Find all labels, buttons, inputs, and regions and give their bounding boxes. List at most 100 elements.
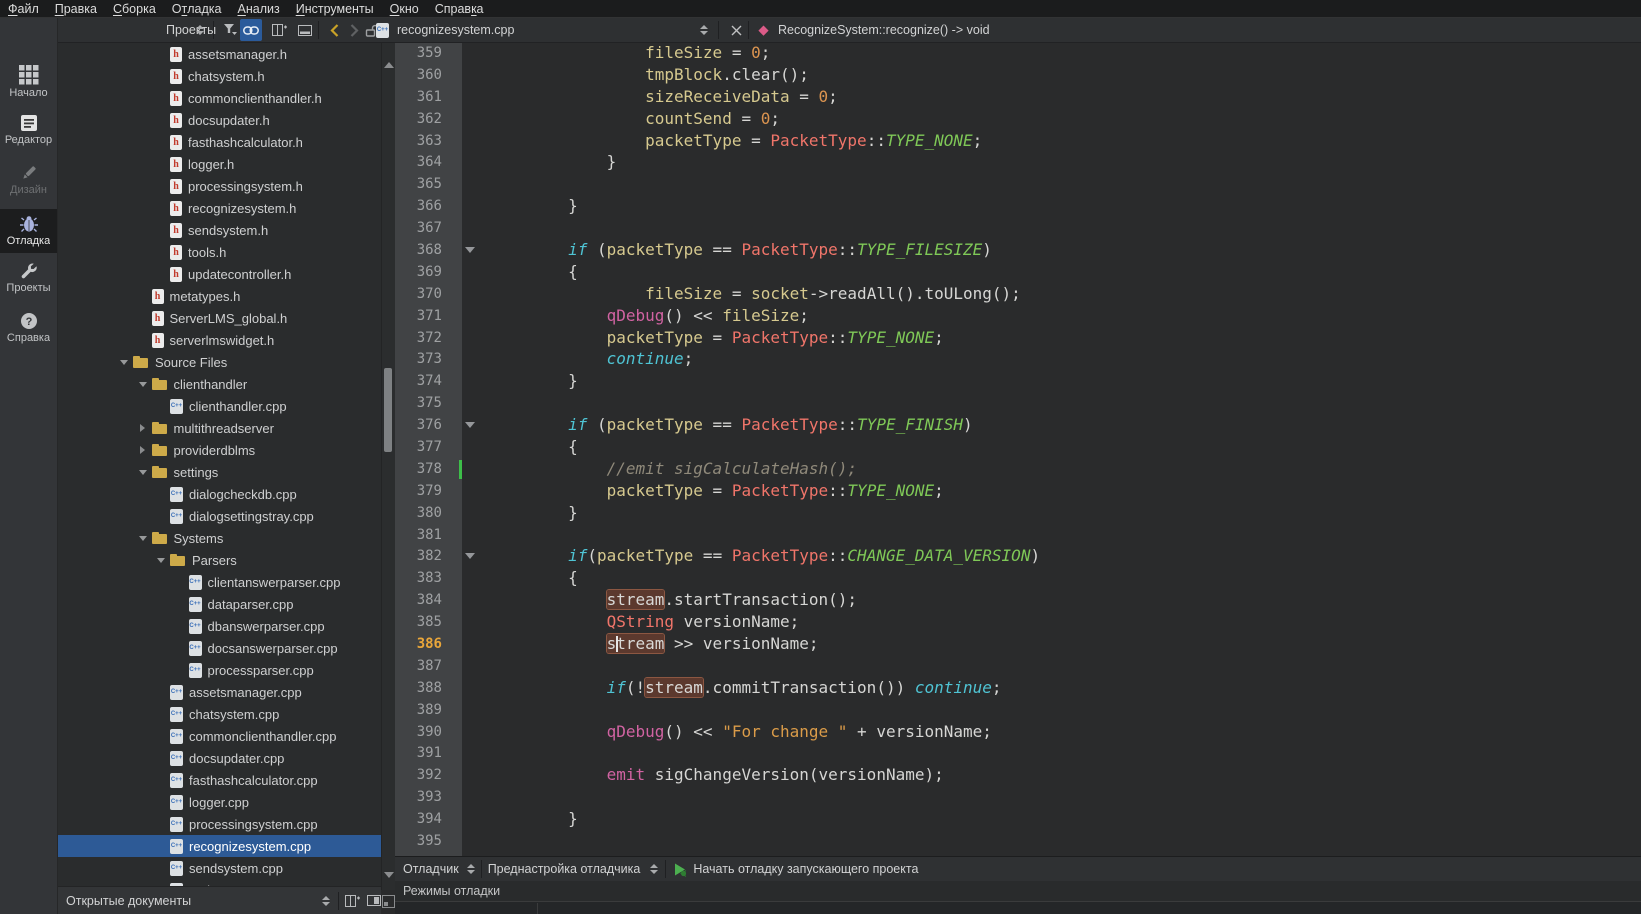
- code-line[interactable]: fileSize = 0;: [462, 42, 1641, 64]
- menu-item-analyze[interactable]: Анализ: [230, 0, 288, 17]
- chevron-down-icon[interactable]: [152, 558, 170, 563]
- split-button[interactable]: [268, 18, 290, 42]
- code-line[interactable]: if (packetType == PacketType::TYPE_FILES…: [462, 239, 1641, 261]
- code-line[interactable]: emit sigChangeVersion(versionName);: [462, 764, 1641, 786]
- code-line[interactable]: stream.startTransaction();: [462, 589, 1641, 611]
- tree-item[interactable]: hlogger.h: [57, 153, 381, 175]
- code-line[interactable]: stream >> versionName;: [462, 633, 1641, 655]
- scroll-up-icon[interactable]: [384, 45, 394, 63]
- tree-item[interactable]: multithreadserver: [57, 417, 381, 439]
- nav-panel-selector[interactable]: Проекты: [166, 18, 216, 42]
- nav-panel-selector-arrows[interactable]: [196, 18, 204, 42]
- start-debug-label[interactable]: Начать отладку запускающего проекта: [693, 862, 918, 876]
- tree-item[interactable]: C++recognizesystem.cpp: [57, 835, 381, 857]
- code-line[interactable]: continue;: [462, 348, 1641, 370]
- code-line[interactable]: QString versionName;: [462, 611, 1641, 633]
- tree-item[interactable]: hrecognizesystem.h: [57, 197, 381, 219]
- close-document-button[interactable]: [725, 18, 747, 42]
- menu-item-help[interactable]: Справка: [427, 0, 492, 17]
- code-line[interactable]: countSend = 0;: [462, 108, 1641, 130]
- symbol-selector[interactable]: RecognizeSystem::recognize() -> void: [757, 18, 990, 42]
- tree-item[interactable]: C++sendsystem.cpp: [57, 857, 381, 879]
- tree-item[interactable]: hdocsupdater.h: [57, 109, 381, 131]
- code-line[interactable]: //emit sigCalculateHash();: [462, 458, 1641, 480]
- open-docs-split-button[interactable]: [345, 895, 360, 907]
- tree-item[interactable]: C++dataparser.cpp: [57, 593, 381, 615]
- code-editor[interactable]: 3593603613623633643653663673683693703713…: [395, 42, 1641, 856]
- code-line[interactable]: tmpBlock.clear();: [462, 64, 1641, 86]
- open-document-arrows[interactable]: [700, 18, 708, 42]
- sidebar-mode-edit[interactable]: Редактор: [0, 107, 57, 153]
- tree-item[interactable]: hassetsmanager.h: [57, 43, 381, 65]
- tree-item[interactable]: C++docsanswerparser.cpp: [57, 637, 381, 659]
- code-line[interactable]: qDebug() << "For change " + versionName;: [462, 721, 1641, 743]
- tree-item[interactable]: hupdatecontroller.h: [57, 263, 381, 285]
- code-line[interactable]: if(packetType == PacketType::CHANGE_DATA…: [462, 545, 1641, 567]
- tree-item[interactable]: hfasthashcalculator.h: [57, 131, 381, 153]
- code-line[interactable]: }: [462, 370, 1641, 392]
- menu-item-edit[interactable]: Правка: [47, 0, 105, 17]
- code-line[interactable]: }: [462, 151, 1641, 173]
- tree-item[interactable]: C++clienthandler.cpp: [57, 395, 381, 417]
- chevron-down-icon[interactable]: [134, 382, 152, 387]
- tree-item[interactable]: C++processingsystem.cpp: [57, 813, 381, 835]
- chevron-right-icon[interactable]: [134, 446, 152, 454]
- code-line[interactable]: }: [462, 195, 1641, 217]
- tree-item[interactable]: C++assetsmanager.cpp: [57, 681, 381, 703]
- menu-item-window[interactable]: Окно: [382, 0, 427, 17]
- code-line[interactable]: [462, 392, 1641, 414]
- open-document-selector[interactable]: recognizesystem.cpp: [397, 18, 514, 42]
- menu-item-file[interactable]: Файл: [0, 0, 47, 17]
- code-line[interactable]: [462, 217, 1641, 239]
- start-debug-icon[interactable]: [673, 862, 688, 877]
- tree-item[interactable]: C++chatsystem.cpp: [57, 703, 381, 725]
- tree-item[interactable]: C++dialogsettingstray.cpp: [57, 505, 381, 527]
- code-line[interactable]: if (packetType == PacketType::TYPE_FINIS…: [462, 414, 1641, 436]
- updown-icon[interactable]: [650, 864, 658, 874]
- tree-item[interactable]: C++clientanswerparser.cpp: [57, 571, 381, 593]
- fold-marker-icon[interactable]: [465, 553, 475, 559]
- fold-marker-icon[interactable]: [465, 422, 475, 428]
- chevron-down-icon[interactable]: [134, 536, 152, 541]
- code-line[interactable]: qDebug() << fileSize;: [462, 305, 1641, 327]
- scroll-down-icon[interactable]: [384, 878, 394, 896]
- tree-item[interactable]: hServerLMS_global.h: [57, 307, 381, 329]
- tree-item[interactable]: hchatsystem.h: [57, 65, 381, 87]
- tree-item[interactable]: Source Files: [57, 351, 381, 373]
- code-line[interactable]: if(!stream.commitTransaction()) continue…: [462, 677, 1641, 699]
- code-line[interactable]: packetType = PacketType::TYPE_NONE;: [462, 480, 1641, 502]
- code-line[interactable]: [462, 655, 1641, 677]
- sync-with-editor-button[interactable]: [240, 18, 262, 42]
- debugger-preset-combo[interactable]: Преднастройка отладчика: [488, 862, 641, 876]
- menu-item-tools[interactable]: Инструменты: [288, 0, 382, 17]
- code-line[interactable]: [462, 524, 1641, 546]
- tree-item[interactable]: Systems: [57, 527, 381, 549]
- code-line[interactable]: fileSize = socket->readAll().toULong();: [462, 283, 1641, 305]
- menu-item-debug[interactable]: Отладка: [164, 0, 230, 17]
- tree-item[interactable]: settings: [57, 461, 381, 483]
- code-area[interactable]: fileSize = 0; tmpBlock.clear(); sizeRece…: [462, 42, 1641, 856]
- tree-item[interactable]: clienthandler: [57, 373, 381, 395]
- code-line[interactable]: packetType = PacketType::TYPE_NONE;: [462, 327, 1641, 349]
- tree-item[interactable]: hcommonclienthandler.h: [57, 87, 381, 109]
- code-line[interactable]: [462, 699, 1641, 721]
- code-line[interactable]: {: [462, 567, 1641, 589]
- code-line[interactable]: [462, 743, 1641, 765]
- code-line[interactable]: {: [462, 261, 1641, 283]
- open-docs-arrows[interactable]: [322, 896, 330, 906]
- code-line[interactable]: {: [462, 436, 1641, 458]
- tree-item[interactable]: C++logger.cpp: [57, 791, 381, 813]
- tree-item[interactable]: C++tools.cpp: [57, 879, 381, 886]
- tree-item[interactable]: Parsers: [57, 549, 381, 571]
- tree-item[interactable]: providerdblms: [57, 439, 381, 461]
- filter-button[interactable]: [219, 18, 241, 42]
- menu-item-build[interactable]: Сборка: [105, 0, 164, 17]
- sidebar-mode-projects[interactable]: Проекты: [0, 255, 57, 301]
- sidebar-mode-welcome[interactable]: Начало: [0, 59, 57, 105]
- tree-item[interactable]: hsendsystem.h: [57, 219, 381, 241]
- panel-corner-icon[interactable]: [382, 895, 395, 908]
- tree-item[interactable]: C++dialogcheckdb.cpp: [57, 483, 381, 505]
- open-docs-close-button[interactable]: [367, 895, 381, 906]
- code-line[interactable]: }: [462, 502, 1641, 524]
- tree-item[interactable]: hserverlmswidget.h: [57, 329, 381, 351]
